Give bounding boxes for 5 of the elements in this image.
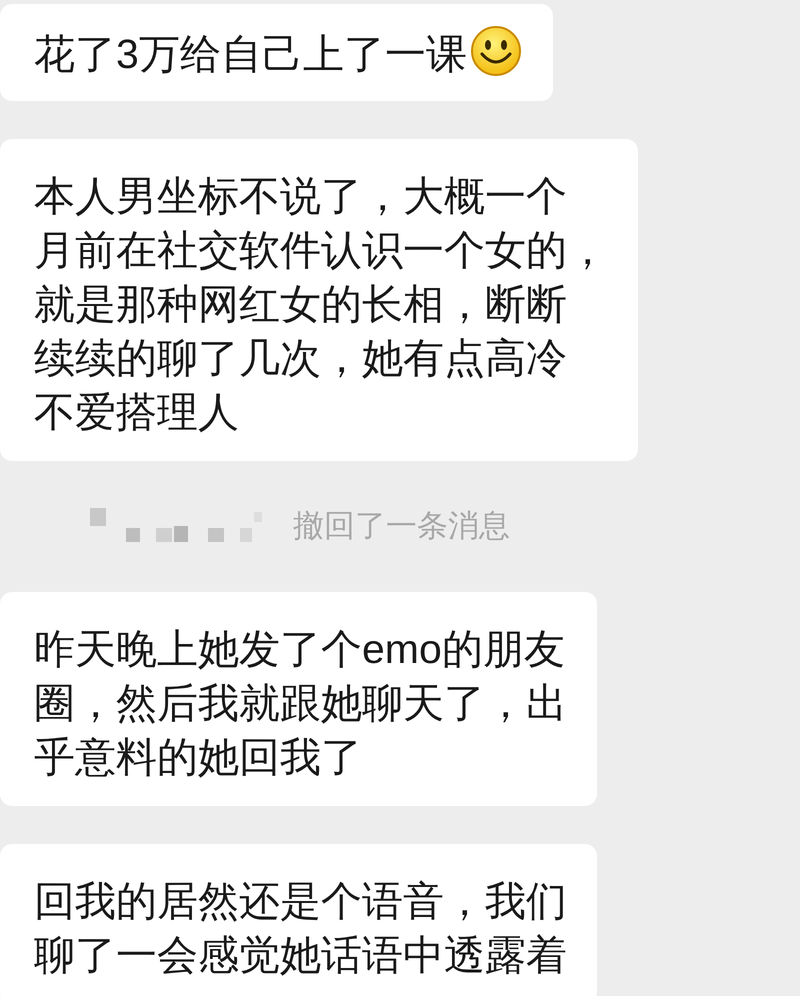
message-text: 回我的居然还是个语音，我们 聊了一会感觉她话语中透露着 — [34, 876, 567, 980]
message-text: 花了3万给自己上了一课 — [34, 24, 523, 81]
message-text: 本人男坐标不说了，大概一个 月前在社交软件认识一个女的， 就是那种网红女的长相，断断 续续的聊了几次，她有点高冷 不爱搭理人 — [34, 172, 608, 437]
message-text: 昨天晚上她发了个emo的朋友 圈，然后我就跟她聊天了，出 乎意料的她回我了 — [34, 624, 567, 782]
recall-notice: 撤回了一条消息 — [293, 507, 510, 545]
